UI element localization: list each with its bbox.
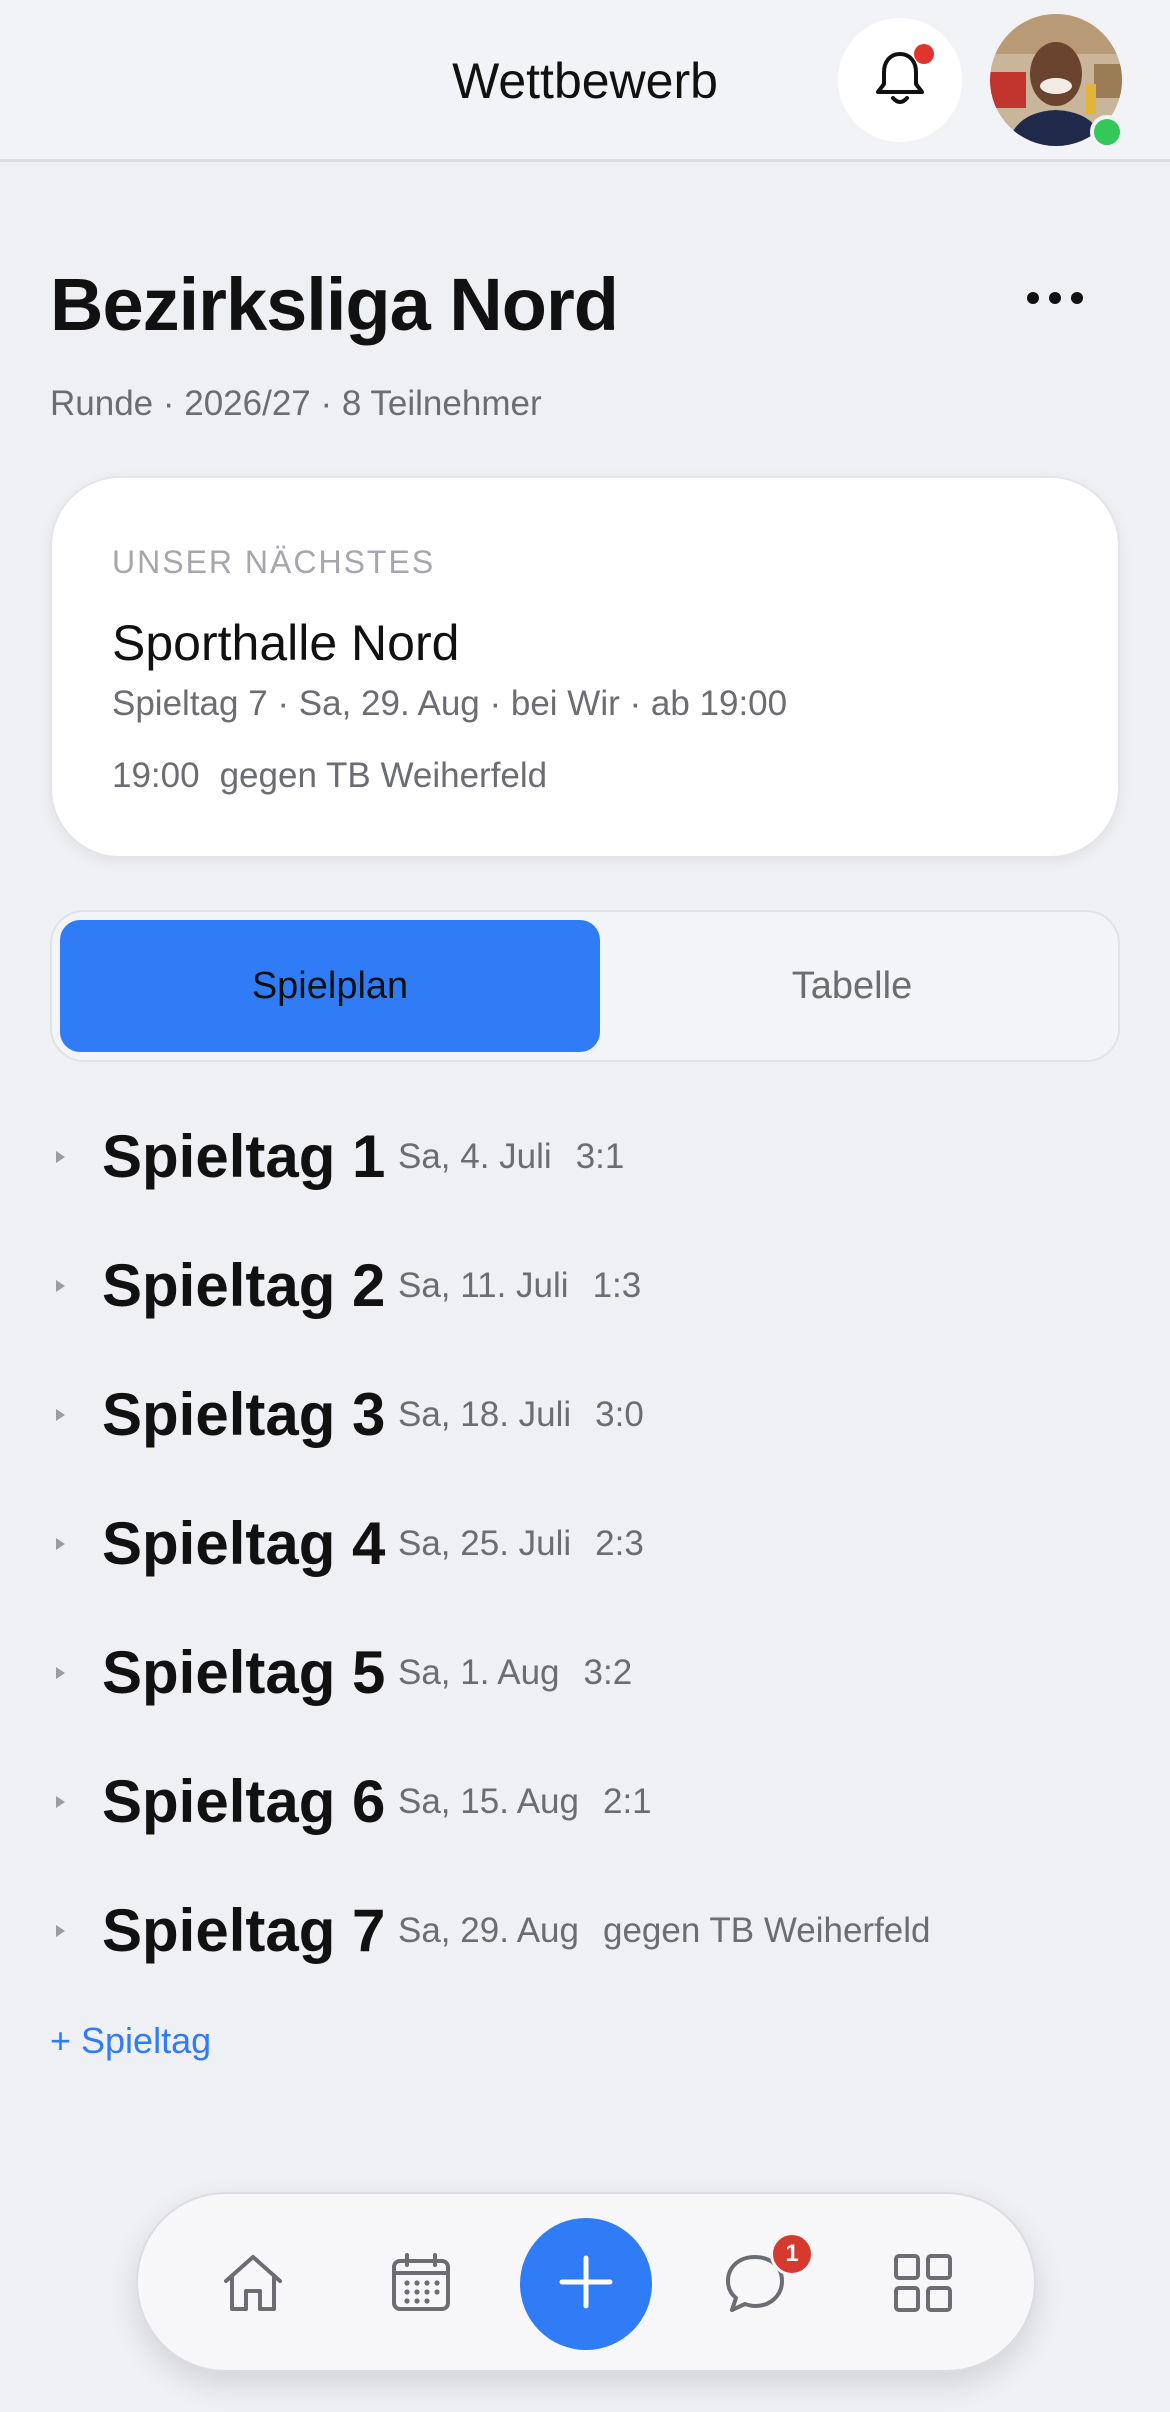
round-name: Spieltag 3 — [102, 1381, 386, 1448]
online-status-dot — [1090, 115, 1124, 149]
round-meta: Sa, 1. Aug 3:2 — [398, 1653, 632, 1693]
round-meta: Sa, 25. Juli 2:3 — [398, 1524, 644, 1564]
round-date: Sa, 15. Aug — [398, 1781, 579, 1821]
disclosure-triangle-icon — [56, 1279, 65, 1292]
disclosure-triangle-icon — [56, 1408, 65, 1421]
round-result: 2:1 — [602, 1781, 652, 1821]
competition-subtitle: Runde · 2026/27 · 8 Teilnehmer — [50, 384, 542, 423]
home-icon[interactable] — [208, 2238, 298, 2328]
list-item[interactable]: Spieltag 1 Sa, 4. Juli 3:1 — [0, 1092, 1170, 1221]
list-item[interactable]: Spieltag 4 Sa, 25. Juli 2:3 — [0, 1479, 1170, 1608]
notification-dot — [914, 44, 934, 64]
round-name: Spieltag 1 — [102, 1123, 386, 1190]
round-result: 2:3 — [595, 1523, 644, 1563]
round-name: Spieltag 7 — [102, 1897, 386, 1964]
round-name: Spieltag 6 — [102, 1768, 386, 1835]
disclosure-triangle-icon — [56, 1666, 65, 1679]
round-meta: Sa, 29. Aug gegen TB Weiherfeld — [398, 1911, 931, 1951]
unread-badge: 1 — [770, 2232, 814, 2276]
round-date: Sa, 25. Juli — [398, 1523, 572, 1563]
round-result: 3:0 — [595, 1394, 644, 1434]
tab-tabelle[interactable]: Tabelle — [582, 920, 1122, 1052]
next-match-opponent: gegen TB Weiherfeld — [219, 756, 548, 795]
round-meta: Sa, 11. Juli 1:3 — [398, 1266, 641, 1306]
round-date: Sa, 29. Aug — [398, 1910, 579, 1950]
round-name: Spieltag 2 — [102, 1252, 386, 1319]
next-match-kicker: UNSER NÄCHSTES — [112, 544, 436, 580]
list-item[interactable]: Spieltag 5 Sa, 1. Aug 3:2 — [0, 1608, 1170, 1737]
round-meta: Sa, 15. Aug 2:1 — [398, 1782, 652, 1822]
round-date: Sa, 18. Juli — [398, 1394, 572, 1434]
round-date: Sa, 11. Juli — [398, 1265, 569, 1305]
bottom-tab-bar: 1 — [136, 2192, 1036, 2372]
competition-title: Bezirksliga Nord — [50, 263, 619, 346]
round-name: Spieltag 5 — [102, 1639, 386, 1706]
plus-icon — [558, 2254, 614, 2315]
next-match-time-row: 19:00 gegen TB Weiherfeld — [112, 756, 567, 796]
view-switcher: Spielplan Tabelle — [50, 910, 1120, 1062]
more-options-button[interactable] — [1010, 270, 1100, 330]
disclosure-triangle-icon — [56, 1795, 65, 1808]
round-name: Spieltag 4 — [102, 1510, 386, 1577]
disclosure-triangle-icon — [56, 1150, 65, 1163]
grid-icon[interactable] — [878, 2238, 968, 2328]
more-horizontal-icon — [1025, 290, 1085, 311]
disclosure-triangle-icon — [56, 1537, 65, 1550]
round-meta: Sa, 4. Juli 3:1 — [398, 1137, 624, 1177]
next-match-card[interactable]: UNSER NÄCHSTES Sporthalle Nord Spieltag … — [50, 476, 1120, 858]
rounds-list: Spieltag 1 Sa, 4. Juli 3:1 Spieltag 2 Sa,… — [0, 1092, 1170, 1995]
add-button[interactable] — [520, 2218, 652, 2350]
calendar-icon[interactable] — [376, 2238, 466, 2328]
round-date: Sa, 4. Juli — [398, 1136, 552, 1176]
notifications-button[interactable] — [838, 18, 962, 142]
round-result: 3:2 — [583, 1652, 633, 1692]
list-item[interactable]: Spieltag 6 Sa, 15. Aug 2:1 — [0, 1737, 1170, 1866]
list-item[interactable]: Spieltag 2 Sa, 11. Juli 1:3 — [0, 1221, 1170, 1350]
next-match-venue: Sporthalle Nord — [112, 615, 460, 671]
top-bar: Wettbewerb — [0, 0, 1170, 162]
tab-spielplan[interactable]: Spielplan — [60, 920, 600, 1052]
list-item[interactable]: Spieltag 3 Sa, 18. Juli 3:0 — [0, 1350, 1170, 1479]
add-round-link[interactable]: + Spieltag — [50, 2020, 211, 2062]
round-result: 1:3 — [592, 1265, 642, 1305]
next-match-details: Spieltag 7 · Sa, 29. Aug · bei Wir · ab … — [112, 684, 788, 723]
next-match-time: 19:00 — [112, 756, 200, 795]
round-meta: Sa, 18. Juli 3:0 — [398, 1395, 644, 1435]
round-result: 3:1 — [575, 1136, 625, 1176]
round-result: gegen TB Weiherfeld — [602, 1910, 931, 1950]
round-date: Sa, 1. Aug — [398, 1652, 560, 1692]
list-item[interactable]: Spieltag 7 Sa, 29. Aug gegen TB Weiherfel… — [0, 1866, 1170, 1995]
disclosure-triangle-icon — [56, 1924, 65, 1937]
